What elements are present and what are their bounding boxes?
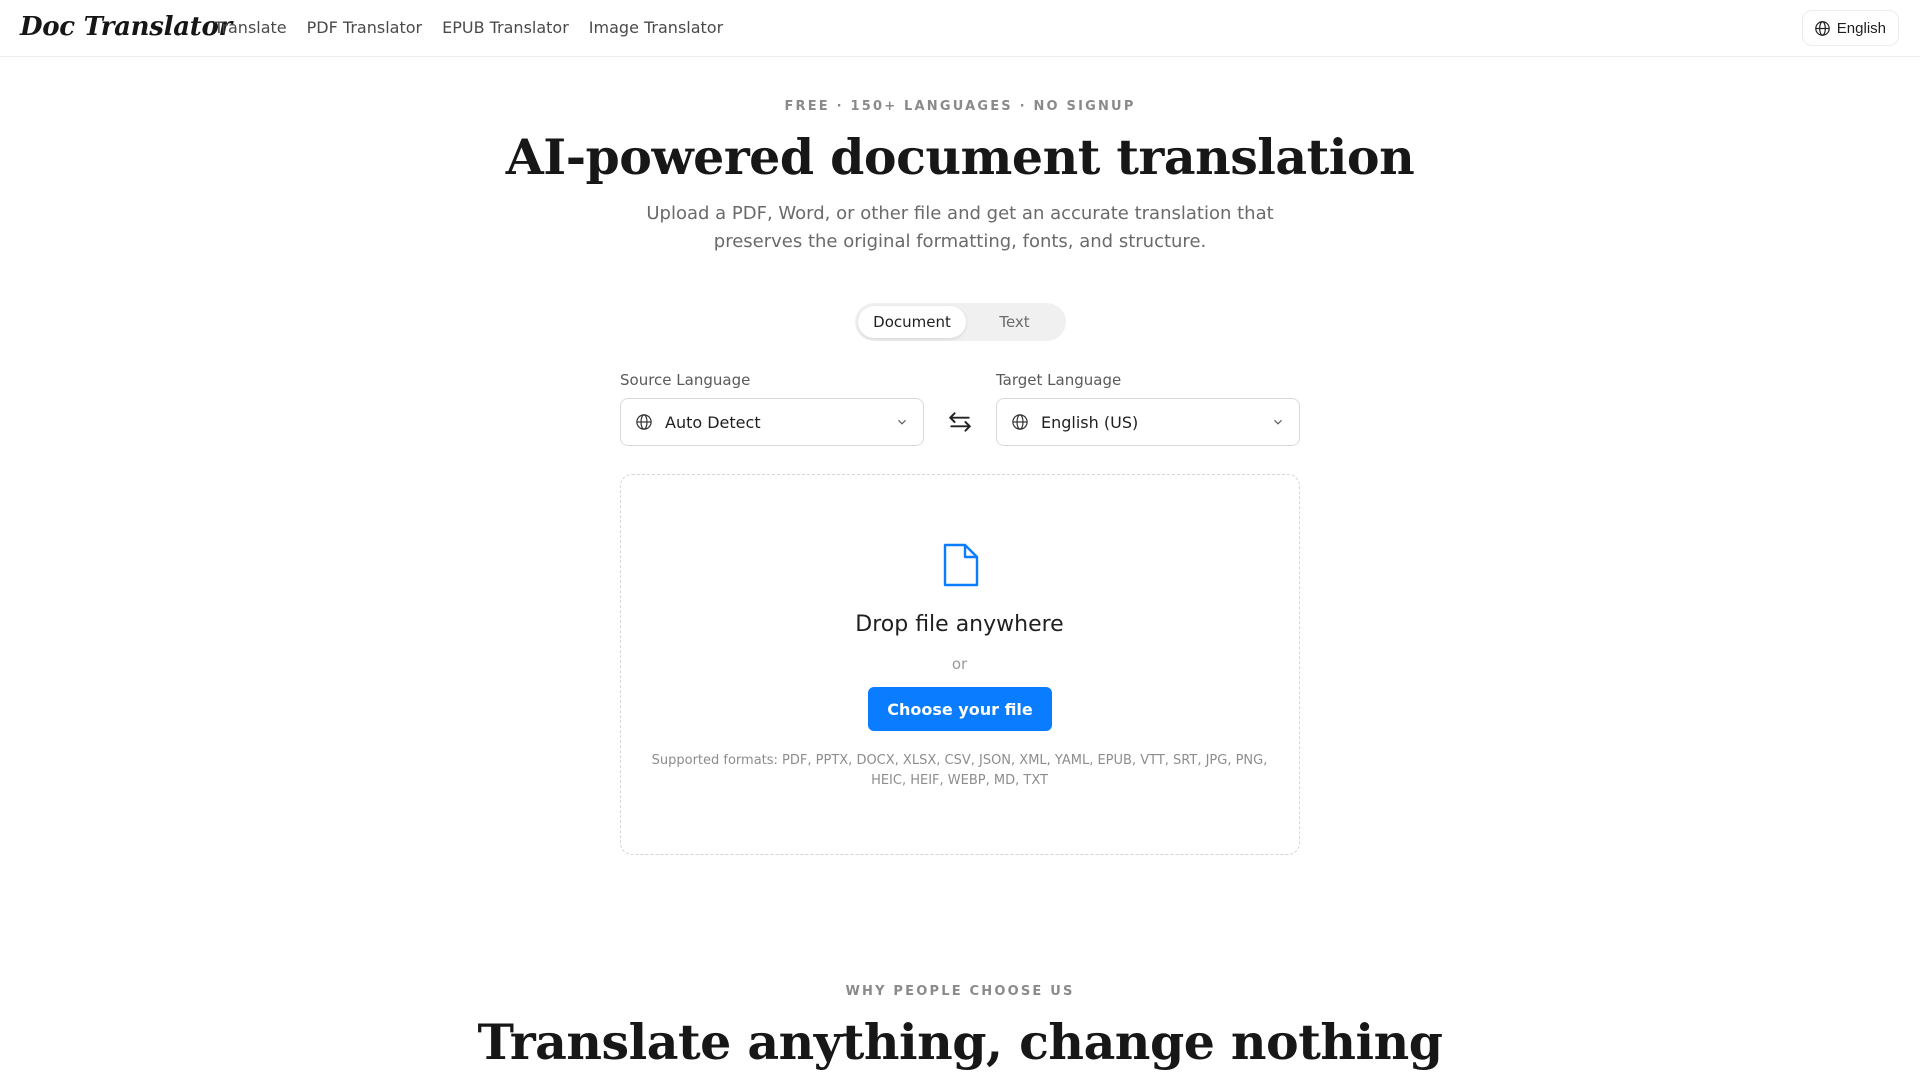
nav-link-translate[interactable]: Translate [214, 18, 287, 37]
swap-languages-button[interactable] [947, 409, 973, 435]
why-title: Translate anything, change nothing [477, 1013, 1443, 1071]
globe-icon [1012, 414, 1028, 430]
chevron-down-icon [1274, 419, 1282, 425]
source-language-label: Source Language [620, 371, 751, 389]
dropzone-title: Drop file anywhere [855, 612, 1064, 637]
tab-document[interactable]: Document [858, 306, 966, 338]
target-language-value: English (US) [1041, 412, 1139, 432]
hero-subtitle: Upload a PDF, Word, or other file and ge… [646, 203, 1274, 252]
nav-link-pdf-translator[interactable]: PDF Translator [307, 18, 422, 37]
main-nav: Translate PDF Translator EPUB Translator… [214, 18, 723, 37]
file-icon [943, 543, 979, 587]
tab-text[interactable]: Text [966, 306, 1063, 338]
dropzone-or: or [951, 655, 968, 673]
chevron-down-icon [898, 419, 906, 425]
nav-link-epub-translator[interactable]: EPUB Translator [442, 18, 569, 37]
globe-icon [636, 414, 652, 430]
top-navigation-bar: Doc Translator Translate PDF Translator … [0, 0, 1920, 57]
site-logo[interactable]: Doc Translator [20, 12, 232, 42]
choose-file-button[interactable]: Choose your file [868, 687, 1052, 731]
target-language-select[interactable]: English (US) [996, 398, 1300, 446]
globe-icon [1814, 20, 1830, 36]
source-language-value: Auto Detect [665, 412, 761, 432]
source-language-select[interactable]: Auto Detect [620, 398, 924, 446]
mode-toggle: Document Text [855, 303, 1066, 341]
hero-title: AI-powered document translation [505, 128, 1415, 186]
why-eyebrow: WHY PEOPLE CHOOSE US [845, 984, 1075, 999]
file-dropzone[interactable]: Drop file anywhere or Choose your file S… [620, 474, 1300, 855]
language-selector-label: English [1836, 19, 1886, 37]
nav-link-image-translator[interactable]: Image Translator [589, 18, 723, 37]
target-language-label: Target Language [996, 371, 1122, 389]
hero-eyebrow: FREE · 150+ LANGUAGES · NO SIGNUP [784, 99, 1136, 114]
language-selector-button[interactable]: English [1801, 10, 1899, 46]
supported-formats: Supported formats: PDF, PPTX, DOCX, XLSX… [651, 753, 1268, 788]
